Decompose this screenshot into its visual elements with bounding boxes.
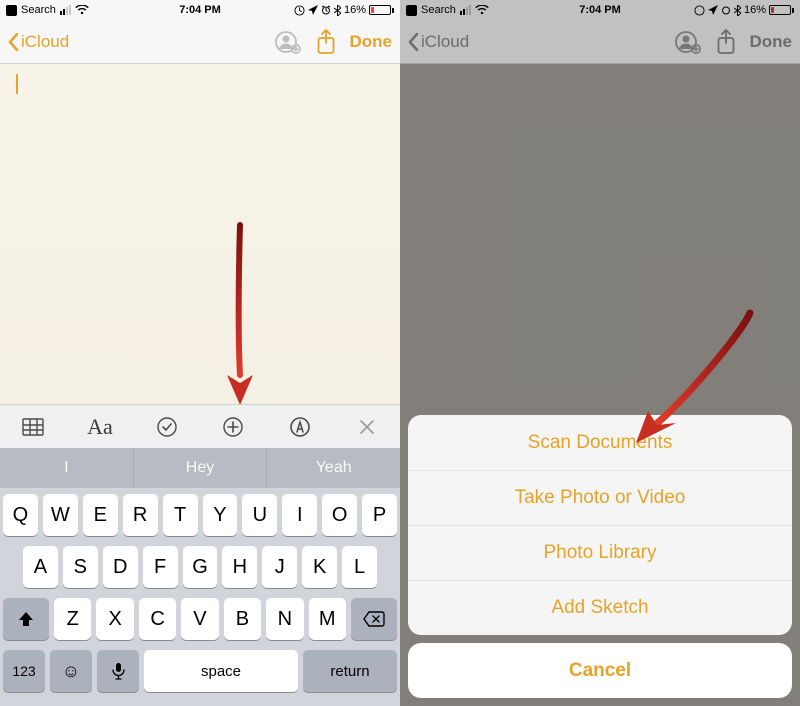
key-a[interactable]: A: [23, 546, 58, 588]
key-p[interactable]: P: [362, 494, 397, 536]
text-format-button[interactable]: Aa: [67, 405, 134, 448]
collaborate-icon: [674, 29, 702, 55]
key-g[interactable]: G: [183, 546, 218, 588]
back-label: iCloud: [421, 32, 469, 52]
signal-icon: [60, 5, 71, 15]
battery-icon: [769, 5, 794, 15]
battery-pct: 16%: [744, 4, 766, 16]
back-button[interactable]: iCloud: [8, 32, 274, 52]
wifi-icon: [75, 5, 89, 15]
emoji-key[interactable]: ☺: [50, 650, 92, 692]
status-search-label: Search: [421, 4, 456, 16]
status-time: 7:04 PM: [579, 4, 621, 16]
alarm-icon: [721, 5, 731, 15]
suggestion-1[interactable]: I: [0, 448, 133, 488]
suggestion-2[interactable]: Hey: [133, 448, 267, 488]
key-t[interactable]: T: [163, 494, 198, 536]
format-toolbar: Aa: [0, 404, 400, 448]
key-f[interactable]: F: [143, 546, 178, 588]
cancel-button[interactable]: Cancel: [408, 643, 792, 698]
rotation-lock-icon: [694, 5, 705, 16]
chevron-left-icon: [408, 33, 419, 51]
phone-left: Search 7:04 PM 16% iCloud D: [0, 0, 400, 706]
scan-documents-option[interactable]: Scan Documents: [408, 415, 792, 470]
add-sketch-option[interactable]: Add Sketch: [408, 580, 792, 635]
status-bar: Search 7:04 PM 16%: [400, 0, 800, 20]
close-keyboard-button[interactable]: [333, 405, 400, 448]
take-photo-video-option[interactable]: Take Photo or Video: [408, 470, 792, 525]
rotation-lock-icon: [294, 5, 305, 16]
status-bar: Search 7:04 PM 16%: [0, 0, 400, 20]
numbers-key[interactable]: 123: [3, 650, 45, 692]
alarm-icon: [321, 5, 331, 15]
bluetooth-icon: [734, 5, 741, 16]
key-u[interactable]: U: [242, 494, 277, 536]
key-o[interactable]: O: [322, 494, 357, 536]
note-body[interactable]: [0, 64, 400, 404]
wifi-icon: [475, 5, 489, 15]
backspace-key[interactable]: [351, 598, 397, 640]
dictation-key[interactable]: [97, 650, 139, 692]
share-icon: [716, 29, 736, 55]
back-to-search-icon: [6, 5, 17, 16]
checklist-button[interactable]: [133, 405, 200, 448]
collaborate-icon[interactable]: [274, 29, 302, 55]
battery-pct: 16%: [344, 4, 366, 16]
dimmed-background[interactable]: Scan Documents Take Photo or Video Photo…: [400, 64, 800, 706]
action-sheet: Scan Documents Take Photo or Video Photo…: [408, 415, 792, 698]
markup-button[interactable]: [267, 405, 334, 448]
key-x[interactable]: X: [96, 598, 133, 640]
phone-right: Search 7:04 PM 16% iCloud D: [400, 0, 800, 706]
battery-icon: [369, 5, 394, 15]
text-cursor: [16, 74, 18, 94]
key-s[interactable]: S: [63, 546, 98, 588]
keyboard: QWERTYUIOP ASDFGHJKL ZXCVBNM 123 ☺ space…: [0, 488, 400, 706]
key-k[interactable]: K: [302, 546, 337, 588]
done-button[interactable]: Done: [350, 32, 393, 52]
suggestion-bar: I Hey Yeah: [0, 448, 400, 488]
back-button: iCloud: [408, 32, 674, 52]
done-button: Done: [750, 32, 793, 52]
signal-icon: [460, 5, 471, 15]
key-h[interactable]: H: [222, 546, 257, 588]
key-j[interactable]: J: [262, 546, 297, 588]
key-m[interactable]: M: [309, 598, 346, 640]
navbar: iCloud Done: [400, 20, 800, 64]
key-w[interactable]: W: [43, 494, 78, 536]
navbar: iCloud Done: [0, 20, 400, 64]
key-v[interactable]: V: [181, 598, 218, 640]
key-b[interactable]: B: [224, 598, 261, 640]
key-n[interactable]: N: [266, 598, 303, 640]
key-d[interactable]: D: [103, 546, 138, 588]
key-i[interactable]: I: [282, 494, 317, 536]
key-e[interactable]: E: [83, 494, 118, 536]
status-time: 7:04 PM: [179, 4, 221, 16]
return-key[interactable]: return: [303, 650, 397, 692]
suggestion-3[interactable]: Yeah: [266, 448, 400, 488]
table-button[interactable]: [0, 405, 67, 448]
location-icon: [708, 5, 718, 15]
key-r[interactable]: R: [123, 494, 158, 536]
bluetooth-icon: [334, 5, 341, 16]
location-icon: [308, 5, 318, 15]
status-search-label: Search: [21, 4, 56, 16]
back-to-search-icon: [406, 5, 417, 16]
chevron-left-icon: [8, 33, 19, 51]
space-key[interactable]: space: [144, 650, 298, 692]
back-label: iCloud: [21, 32, 69, 52]
key-q[interactable]: Q: [3, 494, 38, 536]
key-y[interactable]: Y: [203, 494, 238, 536]
share-icon[interactable]: [316, 29, 336, 55]
key-c[interactable]: C: [139, 598, 176, 640]
photo-library-option[interactable]: Photo Library: [408, 525, 792, 580]
key-z[interactable]: Z: [54, 598, 91, 640]
key-l[interactable]: L: [342, 546, 377, 588]
shift-key[interactable]: [3, 598, 49, 640]
add-attachment-button[interactable]: [200, 405, 267, 448]
